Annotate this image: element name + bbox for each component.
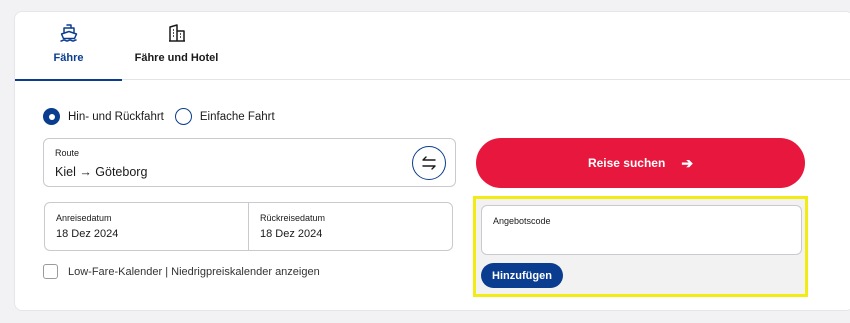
return-date-field[interactable]: Rückreisedatum 18 Dez 2024 xyxy=(249,203,453,250)
departure-date-label: Anreisedatum xyxy=(56,213,112,223)
departure-date-field[interactable]: Anreisedatum 18 Dez 2024 xyxy=(45,203,249,250)
tab-ferry-and-hotel[interactable]: Fähre und Hotel xyxy=(129,12,224,80)
low-fare-calendar-option: Low-Fare-Kalender | Niedrigpreiskalender… xyxy=(43,264,320,279)
route-field[interactable]: Route Kiel → Göteborg xyxy=(43,138,456,187)
search-button-label: Reise suchen xyxy=(587,156,666,170)
radio-round-trip[interactable] xyxy=(43,108,60,125)
swap-arrows-icon xyxy=(422,156,436,170)
low-fare-calendar-checkbox[interactable] xyxy=(43,264,58,279)
radio-label[interactable]: Einfache Fahrt xyxy=(200,111,275,123)
tab-ferry[interactable]: Fähre xyxy=(15,12,122,81)
return-date-value: 18 Dez 2024 xyxy=(260,228,323,240)
route-label: Route xyxy=(55,148,80,158)
add-promo-code-button[interactable]: Hinzufügen xyxy=(481,263,563,288)
promo-code-section: Angebotscode Hinzufügen xyxy=(473,196,808,297)
radio-one-way[interactable] xyxy=(174,108,192,125)
swap-route-button[interactable] xyxy=(412,146,446,180)
hotel-building-icon xyxy=(168,24,185,42)
radio-label[interactable]: Hin- und Rückfahrt xyxy=(68,111,164,123)
ferry-icon xyxy=(59,24,77,42)
booking-card: Fähre Fähre und Hotel Hin- und Rückfahrt… xyxy=(14,11,850,311)
date-selector: Anreisedatum 18 Dez 2024 Rückreisedatum … xyxy=(44,202,453,251)
promo-code-input[interactable]: Angebotscode xyxy=(481,205,802,255)
active-tab-indicator xyxy=(15,79,122,81)
tab-label: Fähre und Hotel xyxy=(134,52,219,64)
low-fare-calendar-label[interactable]: Low-Fare-Kalender | Niedrigpreiskalender… xyxy=(68,266,320,278)
promo-code-label: Angebotscode xyxy=(493,216,551,226)
trip-type-selector: Hin- und Rückfahrt Einfache Fahrt xyxy=(43,108,286,125)
return-date-label: Rückreisedatum xyxy=(260,213,326,223)
tab-label: Fähre xyxy=(53,52,84,64)
route-value: Kiel → Göteborg xyxy=(55,165,148,179)
arrow-right-icon: ➔ xyxy=(681,154,694,171)
booking-tabs: Fähre Fähre und Hotel xyxy=(15,12,850,81)
search-trip-button[interactable]: Reise suchen ➔ xyxy=(476,138,805,188)
departure-date-value: 18 Dez 2024 xyxy=(56,228,119,240)
